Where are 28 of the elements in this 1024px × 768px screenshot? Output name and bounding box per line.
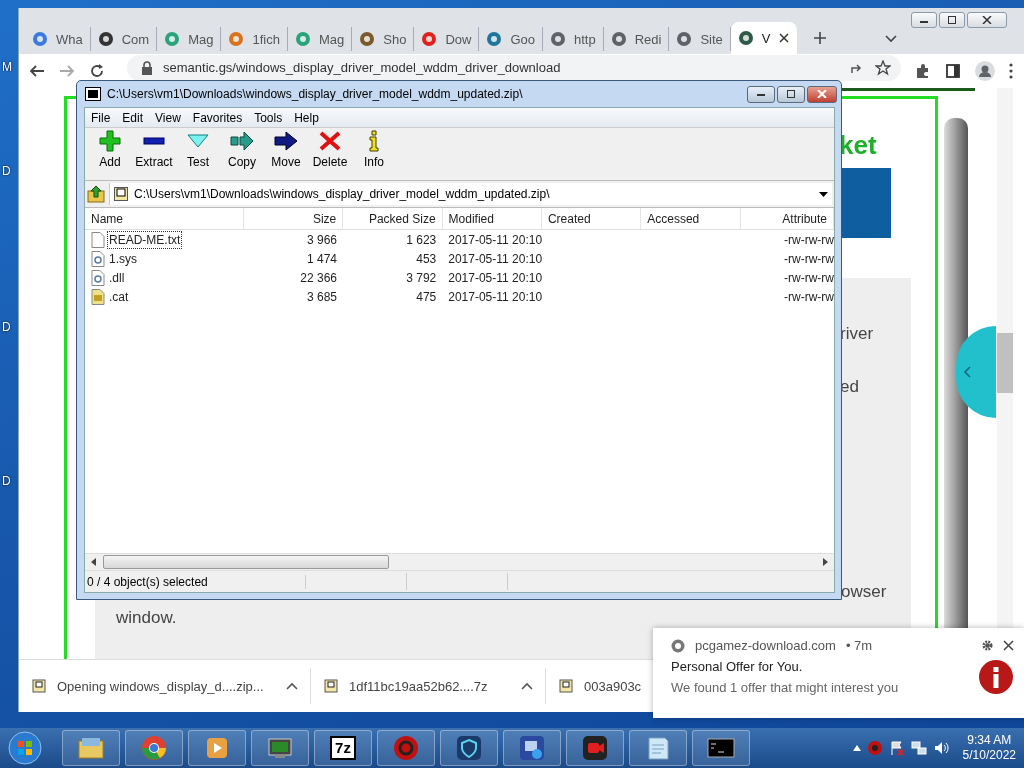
status-text: 0 / 4 object(s) selected: [85, 574, 306, 589]
size-cell-text: 3 966: [305, 232, 338, 247]
notification-message: We found 1 offer that might interest you: [671, 680, 899, 695]
notification-source: pcgamez-download.com: [695, 638, 836, 653]
modified-cell-text: 2017-05-11 20:10: [447, 270, 543, 285]
file-name: 1.sys: [108, 250, 138, 268]
attributes-cell-text: -rw-rw-rw: [783, 270, 834, 285]
size-cell-text: 1 474: [305, 251, 338, 266]
attributes-cell-text: -rw-rw-rw: [783, 289, 834, 304]
packed-size-cell-text: 1 623: [405, 232, 438, 247]
notification-time: • 7m: [845, 638, 873, 653]
file-name: .dll: [108, 269, 126, 287]
file-name: .cat: [108, 288, 130, 306]
file-name: READ-ME.txt: [107, 230, 183, 249]
packed-size-cell-text: 3 792: [405, 270, 438, 285]
page-text: window.: [116, 608, 177, 628]
page-text: owser: [841, 582, 887, 602]
attributes-cell-text: -rw-rw-rw: [783, 232, 834, 247]
packed-size-cell-text: 453: [415, 251, 438, 266]
packed-size-cell-text: 475: [415, 289, 438, 304]
size-cell-text: 22 366: [299, 270, 338, 285]
modified-cell-text: 2017-05-11 20:10: [447, 251, 543, 266]
attributes-cell-text: -rw-rw-rw: [783, 251, 834, 266]
notification-title: Personal Offer for You.: [671, 659, 804, 674]
modified-cell-text: 2017-05-11 20:10: [447, 289, 543, 304]
window-title: C:\Users\vm1\Downloads\windows_display_driver_model_wddm_updated.zip\: [107, 87, 524, 101]
size-cell-text: 3 685: [305, 289, 338, 304]
modified-cell-text: 2017-05-11 20:10: [447, 232, 543, 247]
